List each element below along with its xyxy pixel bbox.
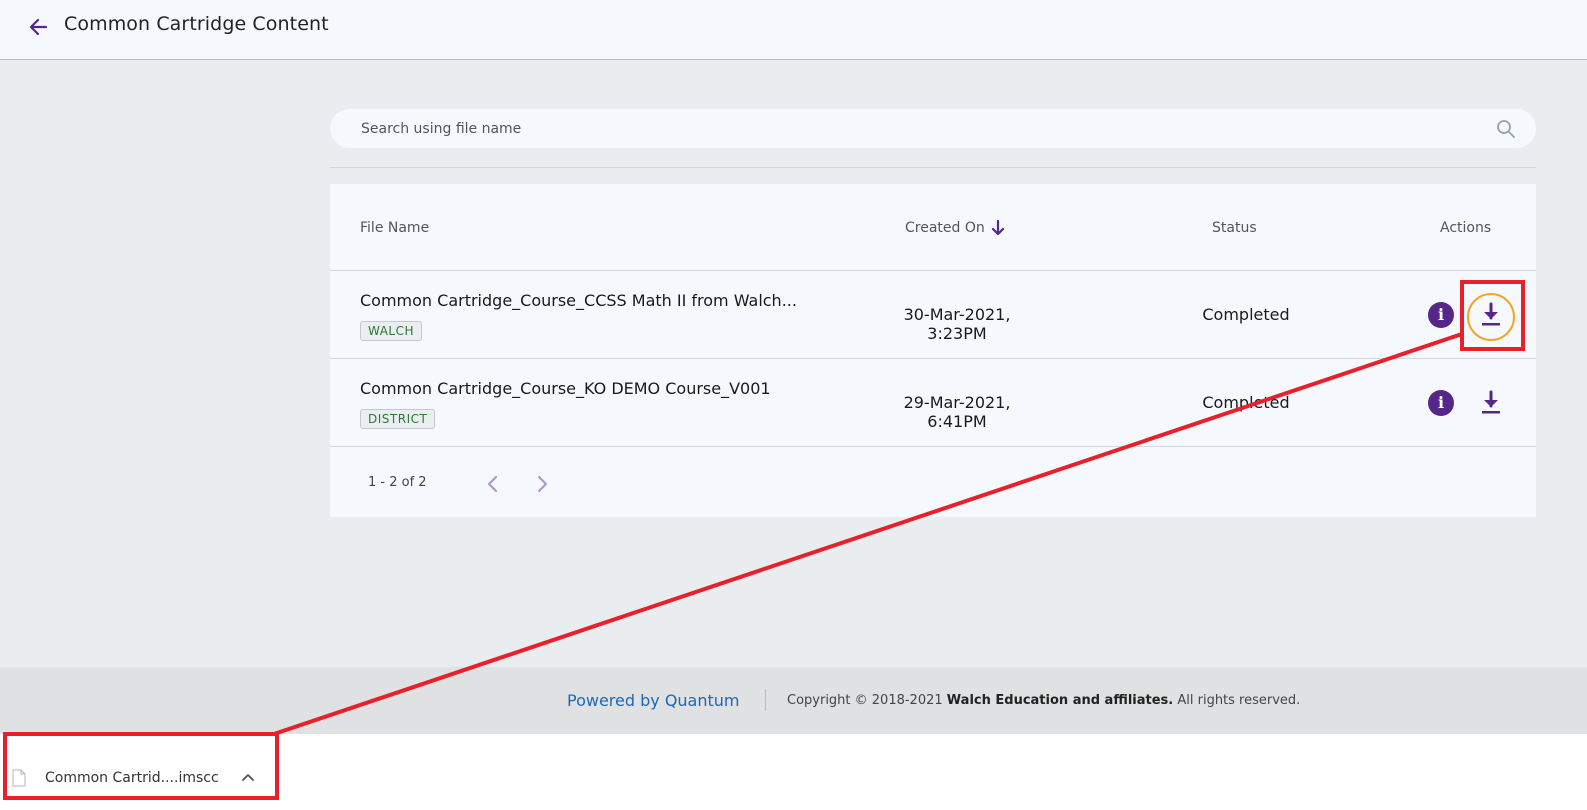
search-divider (330, 167, 1536, 168)
file-tag: DISTRICT (360, 409, 436, 429)
info-icon[interactable]: i (1428, 302, 1454, 328)
downloaded-file-name: Common Cartrid....imscc (45, 770, 219, 786)
download-icon[interactable] (1478, 389, 1504, 417)
status-text: Completed (1202, 305, 1290, 324)
files-table: File Name Created On Status Actions Comm… (330, 184, 1536, 517)
footer: Powered by Quantum Copyright © 2018-2021… (0, 667, 1587, 734)
chevron-right-icon[interactable] (532, 474, 552, 494)
created-on: 30-Mar-2021, 3:23PM (903, 305, 1011, 343)
back-button[interactable] (26, 14, 52, 40)
downloaded-file-item[interactable]: Common Cartrid....imscc (8, 742, 278, 802)
status-text: Completed (1202, 393, 1290, 412)
copyright-prefix: Copyright © 2018-2021 (787, 693, 943, 708)
file-tag: WALCH (360, 321, 423, 341)
search-input[interactable] (361, 109, 1481, 148)
column-header-created-on[interactable]: Created On (905, 220, 1005, 236)
table-row: Common Cartridge_Course_CCSS Math II fro… (330, 271, 1536, 358)
arrow-down-icon[interactable] (991, 220, 1005, 236)
download-icon[interactable] (1478, 301, 1504, 329)
chevron-up-icon[interactable] (240, 770, 256, 784)
column-header-actions: Actions (1440, 220, 1492, 236)
copyright-company: Walch Education and affiliates. (946, 693, 1174, 708)
info-icon[interactable]: i (1428, 390, 1454, 416)
created-on: 29-Mar-2021, 6:41PM (903, 393, 1011, 431)
table-row: Common Cartridge_Course_KO DEMO Course_V… (330, 359, 1536, 446)
column-header-status: Status (1212, 220, 1257, 236)
column-header-file-name: File Name (360, 220, 430, 236)
download-bar: Common Cartrid....imscc (0, 734, 1587, 810)
copyright-suffix: All rights reserved. (1177, 693, 1301, 708)
column-header-created-on-label: Created On (905, 220, 985, 236)
row-divider (330, 446, 1536, 447)
copyright-text: Copyright © 2018-2021 Walch Education an… (787, 693, 1300, 708)
powered-by-link[interactable]: Powered by Quantum (567, 691, 740, 710)
file-name: Common Cartridge_Course_CCSS Math II fro… (360, 291, 797, 310)
top-bar: Common Cartridge Content (0, 0, 1587, 60)
chevron-left-icon[interactable] (483, 474, 503, 494)
footer-divider (765, 689, 766, 711)
page-title: Common Cartridge Content (64, 13, 329, 35)
pagination-range: 1 - 2 of 2 (368, 475, 427, 490)
arrow-left-icon (29, 18, 48, 36)
file-icon (12, 769, 26, 787)
search-bar (330, 109, 1536, 148)
search-icon[interactable] (1496, 119, 1516, 139)
file-name: Common Cartridge_Course_KO DEMO Course_V… (360, 379, 771, 398)
